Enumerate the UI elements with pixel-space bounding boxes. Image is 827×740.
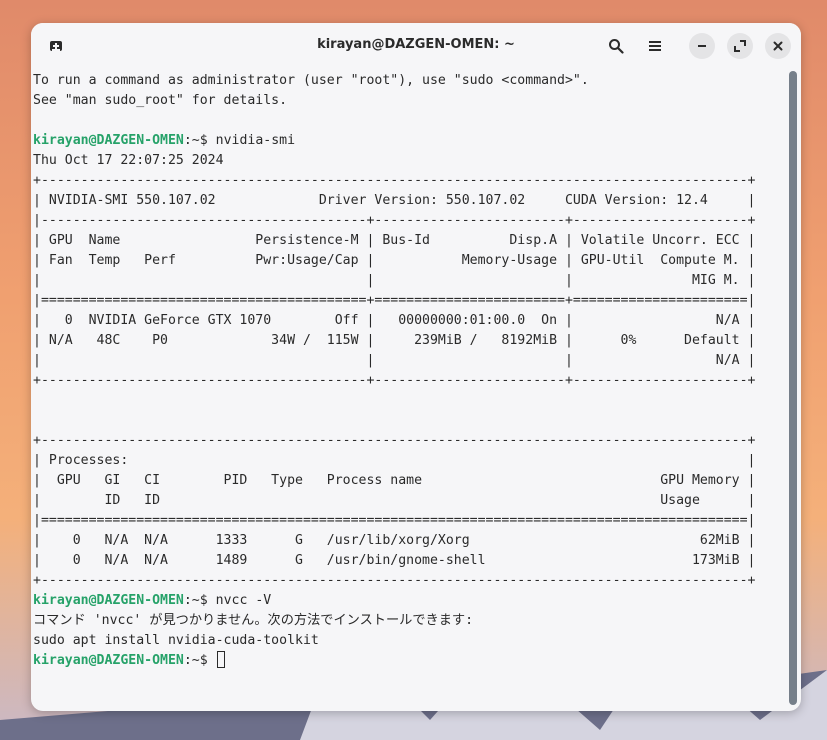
terminal-line: | GPU GI CI PID Type Process name GPU Me… (33, 473, 756, 488)
scrollbar[interactable] (789, 71, 797, 705)
terminal-line: To run a command as administrator (user … (33, 73, 589, 88)
terminal-line: sudo apt install nvidia-cuda-toolkit (33, 633, 319, 648)
close-icon (773, 41, 783, 51)
prompt-path: :~$ (183, 653, 216, 668)
command-text: nvcc -V (215, 593, 272, 608)
text-cursor (216, 651, 225, 668)
terminal-line: | Fan Temp Perf Pwr:Usage/Cap | Memory-U… (33, 253, 756, 268)
terminal-line: | ID ID Usage | (33, 493, 756, 508)
search-button[interactable] (603, 33, 629, 59)
terminal-line: | 0 NVIDIA GeForce GTX 1070 Off | 000000… (33, 313, 756, 328)
prompt-user: kirayan@DAZGEN-OMEN (33, 653, 184, 668)
hamburger-menu-icon (649, 41, 661, 51)
terminal-line: | | | MIG M. | (33, 273, 756, 288)
minimize-icon (698, 45, 706, 47)
terminal-line: | NVIDIA-SMI 550.107.02 Driver Version: … (33, 193, 756, 208)
terminal-output[interactable]: To run a command as administrator (user … (31, 69, 785, 711)
terminal-line: |=======================================… (33, 293, 756, 308)
terminal-line: | 0 N/A N/A 1489 G /usr/bin/gnome-shell … (33, 553, 756, 568)
window-title: kirayan@DAZGEN-OMEN: ~ (317, 37, 515, 52)
terminal-line: |=======================================… (33, 513, 756, 528)
terminal-window: kirayan@DAZGEN-OMEN: ~ To run a command … (31, 23, 801, 711)
command-text: nvidia-smi (215, 133, 296, 148)
prompt-user: kirayan@DAZGEN-OMEN (33, 593, 184, 608)
maximize-icon (734, 40, 746, 52)
prompt-line: kirayan@DAZGEN-OMEN:~$ nvcc -V (33, 591, 785, 611)
prompt-user: kirayan@DAZGEN-OMEN (33, 133, 184, 148)
prompt-path: :~$ (183, 133, 216, 148)
prompt-path: :~$ (183, 593, 216, 608)
prompt-line: kirayan@DAZGEN-OMEN:~$ nvidia-smi (33, 131, 785, 151)
menu-button[interactable] (642, 33, 668, 59)
minimize-button[interactable] (689, 33, 715, 59)
terminal-line: | N/A 48C P0 34W / 115W | 239MiB / 8192M… (33, 333, 756, 348)
terminal-line: | Processes: | (33, 453, 756, 468)
search-icon (609, 39, 624, 54)
close-button[interactable] (765, 33, 791, 59)
prompt-line: kirayan@DAZGEN-OMEN:~$ (33, 651, 785, 671)
terminal-line: | GPU Name Persistence-M | Bus-Id Disp.A… (33, 233, 756, 248)
terminal-line: +---------------------------------------… (33, 373, 756, 388)
terminal-line: |---------------------------------------… (33, 213, 756, 228)
terminal-line: Thu Oct 17 22:07:25 2024 (33, 153, 224, 168)
terminal-line: +---------------------------------------… (33, 173, 756, 188)
terminal-line: +---------------------------------------… (33, 433, 756, 448)
scrollbar-thumb[interactable] (789, 71, 797, 705)
terminal-line: | | | N/A | (33, 353, 756, 368)
terminal-line: | 0 N/A N/A 1333 G /usr/lib/xorg/Xorg 62… (33, 533, 756, 548)
terminal-line: コマンド 'nvcc' が見つかりません。次の方法でインストールできます: (33, 613, 474, 628)
title-bar[interactable]: kirayan@DAZGEN-OMEN: ~ (31, 23, 801, 69)
maximize-button[interactable] (727, 33, 753, 59)
terminal-line: See "man sudo_root" for details. (33, 93, 288, 108)
terminal-line: +---------------------------------------… (33, 573, 756, 588)
